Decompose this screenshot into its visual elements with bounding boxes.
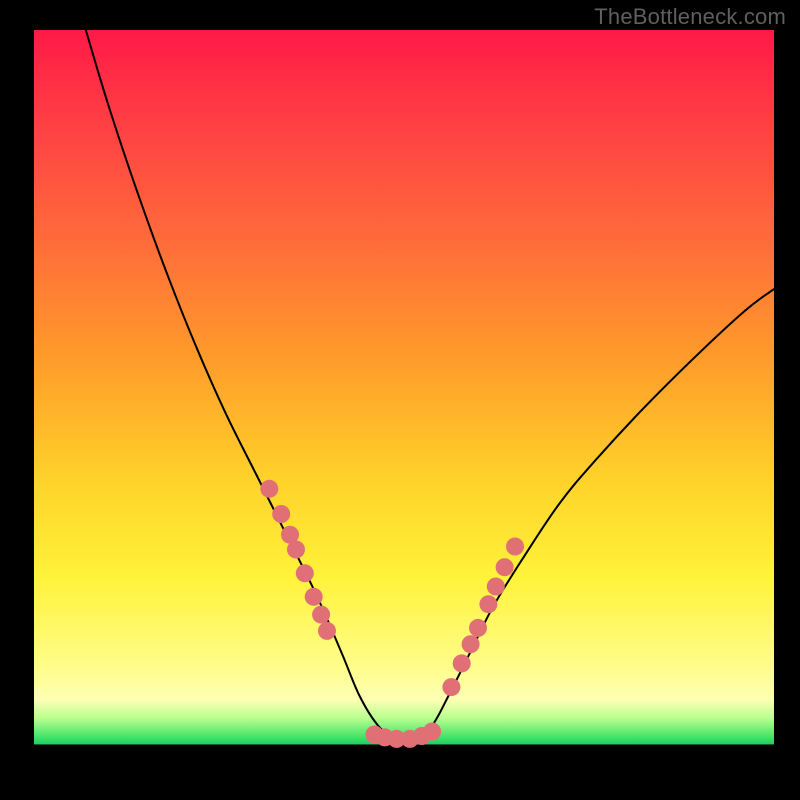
marker-dot <box>423 723 441 741</box>
marker-dot <box>260 480 278 498</box>
marker-dot <box>318 622 336 640</box>
marker-dot <box>506 538 524 556</box>
marker-dots <box>260 480 524 748</box>
marker-dot <box>312 606 330 624</box>
marker-dot <box>442 678 460 696</box>
marker-dot <box>453 654 471 672</box>
marker-dot <box>487 578 505 596</box>
marker-dot <box>496 558 514 576</box>
marker-dot <box>296 564 314 582</box>
marker-dot <box>462 635 480 653</box>
plot-area <box>34 30 774 770</box>
marker-dot <box>469 619 487 637</box>
curve-overlay <box>34 30 774 770</box>
marker-dot <box>272 505 290 523</box>
marker-dot <box>287 541 305 559</box>
marker-dot <box>305 588 323 606</box>
watermark-text: TheBottleneck.com <box>594 4 786 30</box>
marker-dot <box>479 595 497 613</box>
bottleneck-curve-path <box>86 30 774 742</box>
bottleneck-curve <box>86 30 774 742</box>
chart-image: TheBottleneck.com <box>0 0 800 800</box>
